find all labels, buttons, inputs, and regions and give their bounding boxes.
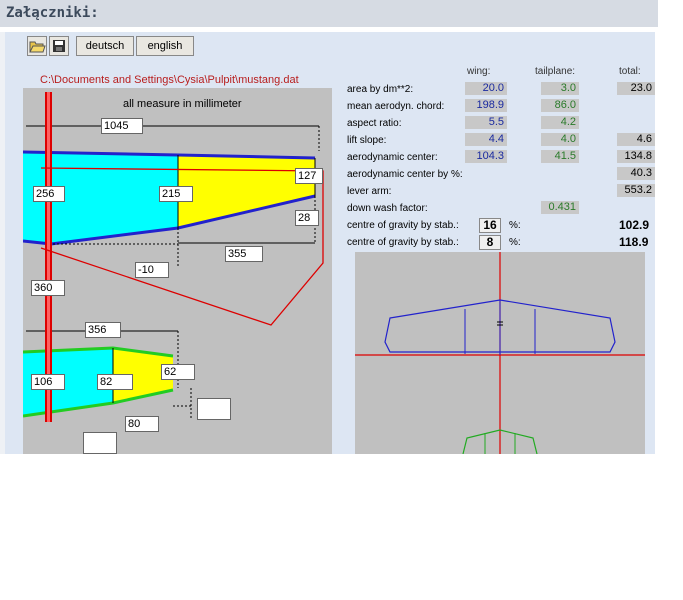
aero-center-tail: 41.5 (541, 150, 579, 163)
folder-open-icon (29, 41, 46, 53)
cg-stab-1-total: 102.9 (619, 218, 650, 232)
english-button[interactable]: english (136, 36, 194, 56)
lift-slope-total: 4.6 (617, 133, 655, 146)
cg-stab-1-pct: %: (509, 220, 521, 231)
total-column-header: total: (619, 66, 641, 77)
downwash-tail: 0.431 (541, 201, 579, 214)
planform-canvas: all measure in millimeter 1045 256 215 1… (23, 88, 332, 454)
cg-stab-2-total: 118.9 (619, 235, 649, 249)
sweep-field[interactable]: -10 (135, 262, 169, 278)
downwash-label: down wash factor: (347, 203, 428, 214)
file-path: C:\Documents and Settings\Cysia\Pulpit\m… (40, 74, 299, 86)
app-window: deutsch english C:\Documents and Setting… (5, 32, 655, 454)
cg-stab-2-input[interactable]: 8 (479, 235, 501, 250)
cg-stab-2-label: centre of gravity by stab.: (347, 237, 459, 248)
cg-stab-2-pct: %: (509, 237, 521, 248)
deutsch-button[interactable]: deutsch (76, 36, 134, 56)
aspect-ratio-wing: 5.5 (465, 116, 507, 129)
mac-label: mean aerodyn. chord: (347, 101, 445, 112)
tip-offset-field[interactable]: 28 (295, 210, 319, 226)
mid-chord-field[interactable]: 215 (159, 186, 193, 202)
wing-column-header: wing: (467, 66, 491, 77)
mac-wing: 198.9 (465, 99, 507, 112)
aero-center-label: aerodynamic center: (347, 152, 438, 163)
cg-stab-1-label: centre of gravity by stab.: (347, 220, 459, 231)
lever-arm-total: 553.2 (617, 184, 655, 197)
outer-length-field[interactable]: 355 (225, 246, 263, 262)
area-label: area by dm**2: (347, 84, 414, 95)
cg-stab-1-input[interactable]: 16 (479, 218, 501, 233)
attachments-title: Załączniki: (6, 5, 99, 21)
tail-mid-field[interactable]: 82 (97, 374, 133, 390)
save-button[interactable] (49, 36, 69, 56)
aspect-ratio-tail: 4.2 (541, 116, 579, 129)
tail-tip-field[interactable]: 62 (161, 364, 195, 380)
lift-slope-wing: 4.4 (465, 133, 507, 146)
lift-slope-label: lift slope: (347, 135, 387, 146)
tail-extra-field-2[interactable] (83, 432, 117, 454)
measure-note: all measure in millimeter (123, 98, 242, 110)
area-tail: 3.0 (541, 82, 579, 95)
tail-span-field[interactable]: 356 (85, 322, 121, 338)
aero-center-wing: 104.3 (465, 150, 507, 163)
tip-chord-field[interactable]: 127 (295, 168, 323, 184)
aero-center-pct-label: aerodynamic center by %: (347, 169, 463, 180)
open-button[interactable] (27, 36, 47, 56)
aero-center-pct-total: 40.3 (617, 167, 655, 180)
lever-field[interactable]: 360 (31, 280, 65, 296)
aspect-ratio-label: aspect ratio: (347, 118, 402, 129)
tail-length-field[interactable]: 80 (125, 416, 159, 432)
floppy-disk-icon (53, 40, 65, 52)
tail-extra-field-1[interactable] (197, 398, 231, 420)
span-field[interactable]: 1045 (101, 118, 143, 134)
aircraft-preview (355, 252, 645, 454)
tail-root-field[interactable]: 106 (31, 374, 65, 390)
lever-arm-label: lever arm: (347, 186, 392, 197)
area-wing: 20.0 (465, 82, 507, 95)
area-total: 23.0 (617, 82, 655, 95)
lift-slope-tail: 4.0 (541, 133, 579, 146)
planform-drawing (23, 92, 324, 422)
mac-tail: 86.0 (541, 99, 579, 112)
aero-center-total: 134.8 (617, 150, 655, 163)
attachments-header: Załączniki: (0, 0, 658, 27)
root-chord-field[interactable]: 256 (33, 186, 65, 202)
tailplane-column-header: tailplane: (535, 66, 576, 77)
aircraft-preview-drawing (355, 252, 645, 454)
